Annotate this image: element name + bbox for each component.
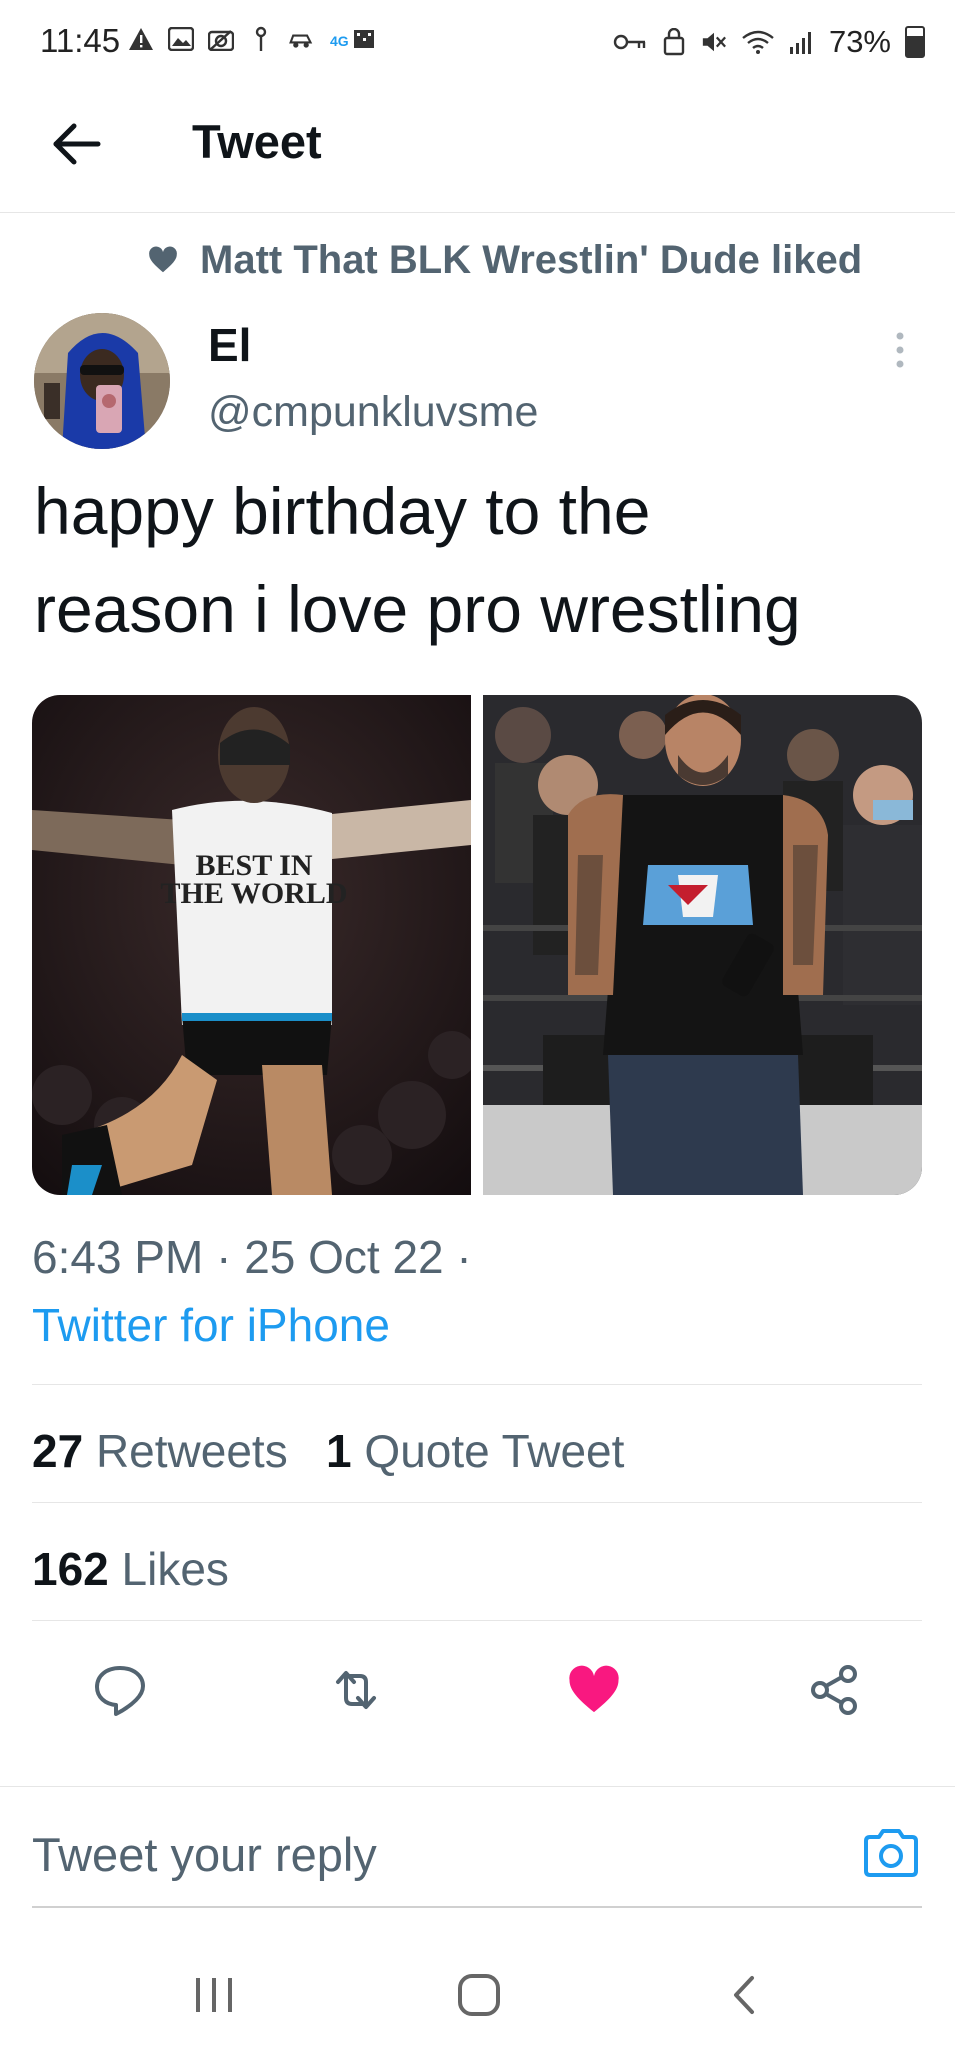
- status-bar: 11:45 4G 73%: [0, 0, 955, 84]
- tweet-media: BEST IN THE WORLD: [32, 695, 922, 1195]
- quotes-link[interactable]: 1 Quote Tweet: [326, 1425, 624, 1477]
- camera-icon[interactable]: [862, 1827, 920, 1879]
- divider: [32, 1384, 922, 1385]
- media-image-1[interactable]: BEST IN THE WORLD: [32, 695, 471, 1195]
- divider: [32, 1502, 922, 1503]
- image-icon: [168, 26, 194, 52]
- heart-icon: [148, 246, 178, 276]
- divider: [32, 1620, 922, 1621]
- share-icon[interactable]: [806, 1662, 862, 1718]
- quotes-count: 1: [326, 1425, 352, 1477]
- status-time: 11:45: [40, 22, 121, 59]
- reply-composer: [0, 1786, 955, 1907]
- tweet-client-link[interactable]: Twitter for iPhone: [32, 1298, 390, 1352]
- social-context[interactable]: Matt That BLK Wrestlin' Dude liked: [148, 238, 862, 283]
- tweet-text-line: reason i love pro wrestling: [34, 572, 801, 646]
- page-title: Tweet: [192, 115, 322, 168]
- key-icon: [613, 29, 647, 55]
- reply-input[interactable]: [32, 1827, 792, 1882]
- reply-icon[interactable]: [92, 1662, 148, 1718]
- 4g-icon: 4G: [328, 26, 378, 52]
- header: Tweet: [0, 84, 955, 213]
- tweet-text: happy birthday to the reason i love pro …: [34, 462, 934, 658]
- media-image-2[interactable]: [483, 695, 922, 1195]
- reply-underline: [32, 1906, 922, 1908]
- social-context-text: Matt That BLK Wrestlin' Dude liked: [200, 238, 863, 282]
- retweets-link[interactable]: 27 Retweets: [32, 1425, 288, 1477]
- quotes-label: Quote Tweet: [364, 1425, 625, 1477]
- author-name[interactable]: El: [208, 318, 251, 372]
- shirt-text-line2: THE WORLD: [161, 877, 348, 910]
- retweets-count: 27: [32, 1425, 84, 1477]
- likes-count: 162: [32, 1543, 109, 1595]
- camera-off-icon: [208, 26, 234, 52]
- signal-icon: [789, 29, 815, 55]
- alert-icon: [128, 26, 154, 52]
- author-handle[interactable]: @cmpunkluvsme: [208, 388, 538, 437]
- retweet-stats: 27 Retweets 1 Quote Tweet: [32, 1424, 624, 1478]
- mute-icon: [701, 29, 727, 55]
- car-icon: [288, 26, 314, 52]
- more-options-icon[interactable]: [885, 330, 915, 370]
- wifi-icon: [741, 29, 775, 55]
- arrow-left-icon[interactable]: [48, 116, 104, 172]
- nfc-icon: [248, 26, 274, 52]
- back-icon[interactable]: [718, 1968, 774, 2024]
- home-icon[interactable]: [452, 1968, 508, 2024]
- tweet-actions: [0, 1650, 955, 1730]
- likes-stats[interactable]: 162 Likes: [32, 1542, 229, 1596]
- lock-icon: [661, 28, 687, 56]
- system-nav-bar: [0, 1940, 955, 2048]
- battery-percent: 73%: [828, 24, 891, 59]
- like-button-heart-icon[interactable]: [566, 1662, 622, 1718]
- retweets-label: Retweets: [95, 1425, 288, 1477]
- svg-text:4G: 4G: [330, 33, 349, 49]
- recents-icon[interactable]: [186, 1968, 242, 2024]
- status-left-icons: 4G: [128, 26, 378, 52]
- avatar[interactable]: [34, 313, 170, 449]
- status-right-icons: 73%: [613, 24, 925, 60]
- tweet-timestamp: 6:43 PM · 25 Oct 22 ·: [32, 1231, 472, 1283]
- tweet-text-line: happy birthday to the: [34, 474, 651, 548]
- battery-icon: [905, 26, 925, 58]
- retweet-icon[interactable]: [328, 1662, 384, 1718]
- likes-label: Likes: [121, 1543, 229, 1595]
